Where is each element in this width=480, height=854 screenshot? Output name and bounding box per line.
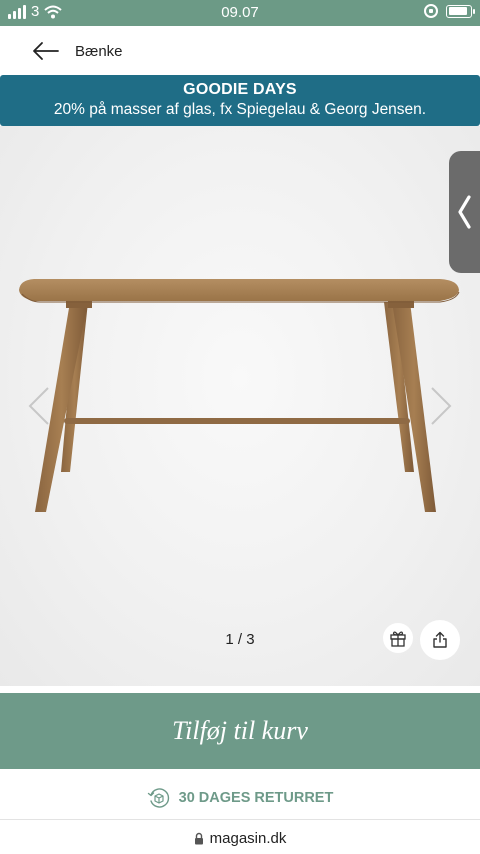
prev-image-chevron-icon[interactable] xyxy=(24,382,54,430)
gift-button[interactable] xyxy=(383,623,413,653)
side-drawer-tab[interactable] xyxy=(449,151,480,273)
status-time: 09.07 xyxy=(221,4,259,21)
share-icon xyxy=(433,631,447,648)
add-to-cart-button[interactable]: Tilføj til kurv xyxy=(0,693,480,769)
return-box-icon xyxy=(147,787,169,808)
back-arrow-icon[interactable] xyxy=(30,40,60,62)
url-bar[interactable]: magasin.dk xyxy=(0,823,480,854)
url-text: magasin.dk xyxy=(209,830,287,847)
promo-banner[interactable]: GOODIE DAYS 20% på masser af glas, fx Sp… xyxy=(0,75,480,126)
nav-bar: Bænke xyxy=(0,26,480,76)
battery-fill xyxy=(448,7,468,15)
gift-icon xyxy=(390,631,406,647)
status-bar: 3 09.07 xyxy=(0,0,480,26)
status-right xyxy=(424,4,475,18)
share-button[interactable] xyxy=(420,620,460,660)
returns-info[interactable]: 30 DAGES RETURRET xyxy=(0,776,480,820)
promo-subtitle: 20% på masser af glas, fx Spiegelau & Ge… xyxy=(53,101,427,118)
orientation-lock-icon xyxy=(424,4,438,18)
promo-title: GOODIE DAYS xyxy=(183,81,297,98)
product-gallery[interactable]: 1 / 3 xyxy=(0,126,480,686)
page-title: Bænke xyxy=(75,43,123,60)
returns-label: 30 DAGES RETURRET xyxy=(178,789,334,806)
battery-icon xyxy=(446,4,475,18)
next-image-chevron-icon[interactable] xyxy=(426,382,456,430)
chevron-left-icon xyxy=(458,195,471,229)
lock-icon xyxy=(194,832,203,845)
product-image xyxy=(19,279,460,512)
